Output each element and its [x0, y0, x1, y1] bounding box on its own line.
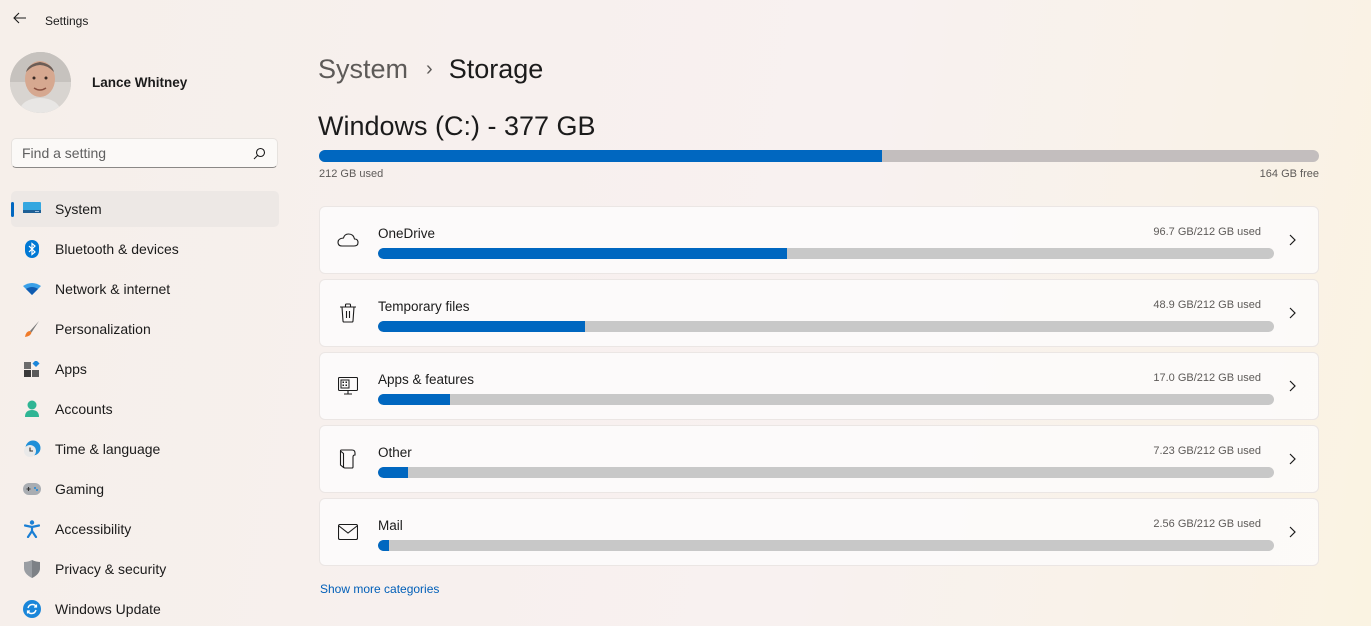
paintbrush-icon	[23, 320, 41, 338]
category-usage-bar-fill	[378, 321, 585, 332]
category-mail[interactable]: Mail 2.56 GB/212 GB used	[319, 498, 1319, 566]
category-usage-bar-fill	[378, 467, 409, 478]
category-usage-bar	[378, 394, 1274, 405]
search-icon[interactable]	[251, 145, 267, 161]
sync-icon	[23, 600, 41, 618]
category-usage-bar	[378, 467, 1274, 478]
person-icon	[23, 400, 41, 418]
sidebar: Lance Whitney System Bluetooth & devices…	[0, 40, 290, 626]
sidebar-item-personalization[interactable]: Personalization	[11, 311, 279, 347]
sidebar-item-label: System	[55, 201, 102, 217]
category-name: Temporary files	[378, 299, 470, 314]
category-name: OneDrive	[378, 226, 436, 241]
apps-monitor-icon	[337, 375, 359, 397]
system-display-icon	[23, 200, 41, 218]
drive-free-label: 164 GB free	[1259, 168, 1319, 180]
show-more-categories-link[interactable]: Show more categories	[320, 582, 439, 596]
sidebar-item-accessibility[interactable]: Accessibility	[11, 511, 279, 547]
category-onedrive[interactable]: OneDrive 96.7 GB/212 GB used	[319, 206, 1319, 274]
back-button[interactable]	[10, 10, 30, 30]
chevron-right-icon	[1286, 451, 1298, 467]
sidebar-item-bluetooth[interactable]: Bluetooth & devices	[11, 231, 279, 267]
sidebar-item-label: Windows Update	[55, 601, 161, 617]
category-usage-bar-fill	[378, 394, 450, 405]
wifi-icon	[23, 280, 41, 298]
chevron-right-icon	[1286, 378, 1298, 394]
trash-icon	[337, 302, 359, 324]
accessibility-icon	[23, 520, 41, 538]
category-name: Mail	[378, 518, 403, 533]
globe-clock-icon	[23, 440, 41, 458]
category-temporary-files[interactable]: Temporary files 48.9 GB/212 GB used	[319, 279, 1319, 347]
document-icon	[337, 448, 359, 470]
sidebar-item-label: Accessibility	[55, 521, 132, 537]
category-usage: 96.7 GB/212 GB used	[1153, 226, 1261, 238]
sidebar-item-label: Gaming	[55, 481, 105, 497]
category-usage-bar-fill	[378, 248, 787, 259]
sidebar-item-apps[interactable]: Apps	[11, 351, 279, 387]
category-name: Apps & features	[378, 372, 475, 387]
chevron-right-icon	[1286, 524, 1298, 540]
category-usage: 48.9 GB/212 GB used	[1153, 299, 1261, 311]
sidebar-item-label: Privacy & security	[55, 561, 167, 577]
bluetooth-icon	[23, 240, 41, 258]
user-profile[interactable]: Lance Whitney	[10, 52, 187, 113]
sidebar-item-time-language[interactable]: Time & language	[11, 431, 279, 467]
sidebar-item-network[interactable]: Network & internet	[11, 271, 279, 307]
sidebar-item-windows-update[interactable]: Windows Update	[11, 591, 279, 626]
chevron-right-icon: ›	[426, 58, 433, 80]
sidebar-item-label: Accounts	[55, 401, 113, 417]
page-title: Storage	[448, 54, 544, 84]
breadcrumb-system-link[interactable]: System	[318, 54, 408, 85]
shield-icon	[23, 560, 41, 578]
sidebar-item-system[interactable]: System	[11, 191, 279, 227]
sidebar-item-gaming[interactable]: Gaming	[11, 471, 279, 507]
sidebar-item-privacy-security[interactable]: Privacy & security	[11, 551, 279, 587]
sidebar-item-label: Apps	[55, 361, 87, 377]
sidebar-item-label: Personalization	[55, 321, 151, 337]
sidebar-item-label: Bluetooth & devices	[55, 241, 179, 257]
title-bar: Settings	[0, 0, 1371, 40]
category-usage-bar	[378, 321, 1274, 332]
category-usage-bar	[378, 540, 1274, 551]
breadcrumb: System › Storage	[318, 54, 543, 85]
arrow-left-icon	[13, 11, 27, 29]
category-other[interactable]: Other 7.23 GB/212 GB used	[319, 425, 1319, 493]
category-usage-bar-fill	[378, 540, 389, 551]
chevron-right-icon	[1286, 232, 1298, 248]
storage-categories: OneDrive 96.7 GB/212 GB used Temporary f…	[319, 206, 1319, 571]
sidebar-item-accounts[interactable]: Accounts	[11, 391, 279, 427]
drive-title: Windows (C:) - 377 GB	[318, 111, 596, 141]
category-usage: 2.56 GB/212 GB used	[1153, 518, 1261, 530]
apps-icon	[23, 360, 41, 378]
drive-usage-bar	[319, 150, 1319, 162]
app-title: Settings	[45, 14, 89, 28]
user-name: Lance Whitney	[92, 75, 188, 90]
category-usage: 7.23 GB/212 GB used	[1153, 445, 1261, 457]
drive-used-label: 212 GB used	[319, 168, 384, 180]
gamepad-icon	[23, 480, 41, 498]
mail-icon	[337, 521, 359, 543]
drive-usage-bar-fill	[319, 150, 882, 162]
category-name: Other	[378, 445, 412, 460]
sidebar-item-label: Network & internet	[55, 281, 171, 297]
category-apps-features[interactable]: Apps & features 17.0 GB/212 GB used	[319, 352, 1319, 420]
category-usage: 17.0 GB/212 GB used	[1153, 372, 1261, 384]
chevron-right-icon	[1286, 305, 1298, 321]
sidebar-item-label: Time & language	[55, 441, 161, 457]
search-box[interactable]	[11, 138, 278, 168]
avatar	[10, 52, 71, 113]
cloud-icon	[337, 229, 359, 251]
category-usage-bar	[378, 248, 1274, 259]
search-input[interactable]	[22, 145, 251, 161]
sidebar-nav: System Bluetooth & devices Network & int…	[11, 191, 279, 626]
